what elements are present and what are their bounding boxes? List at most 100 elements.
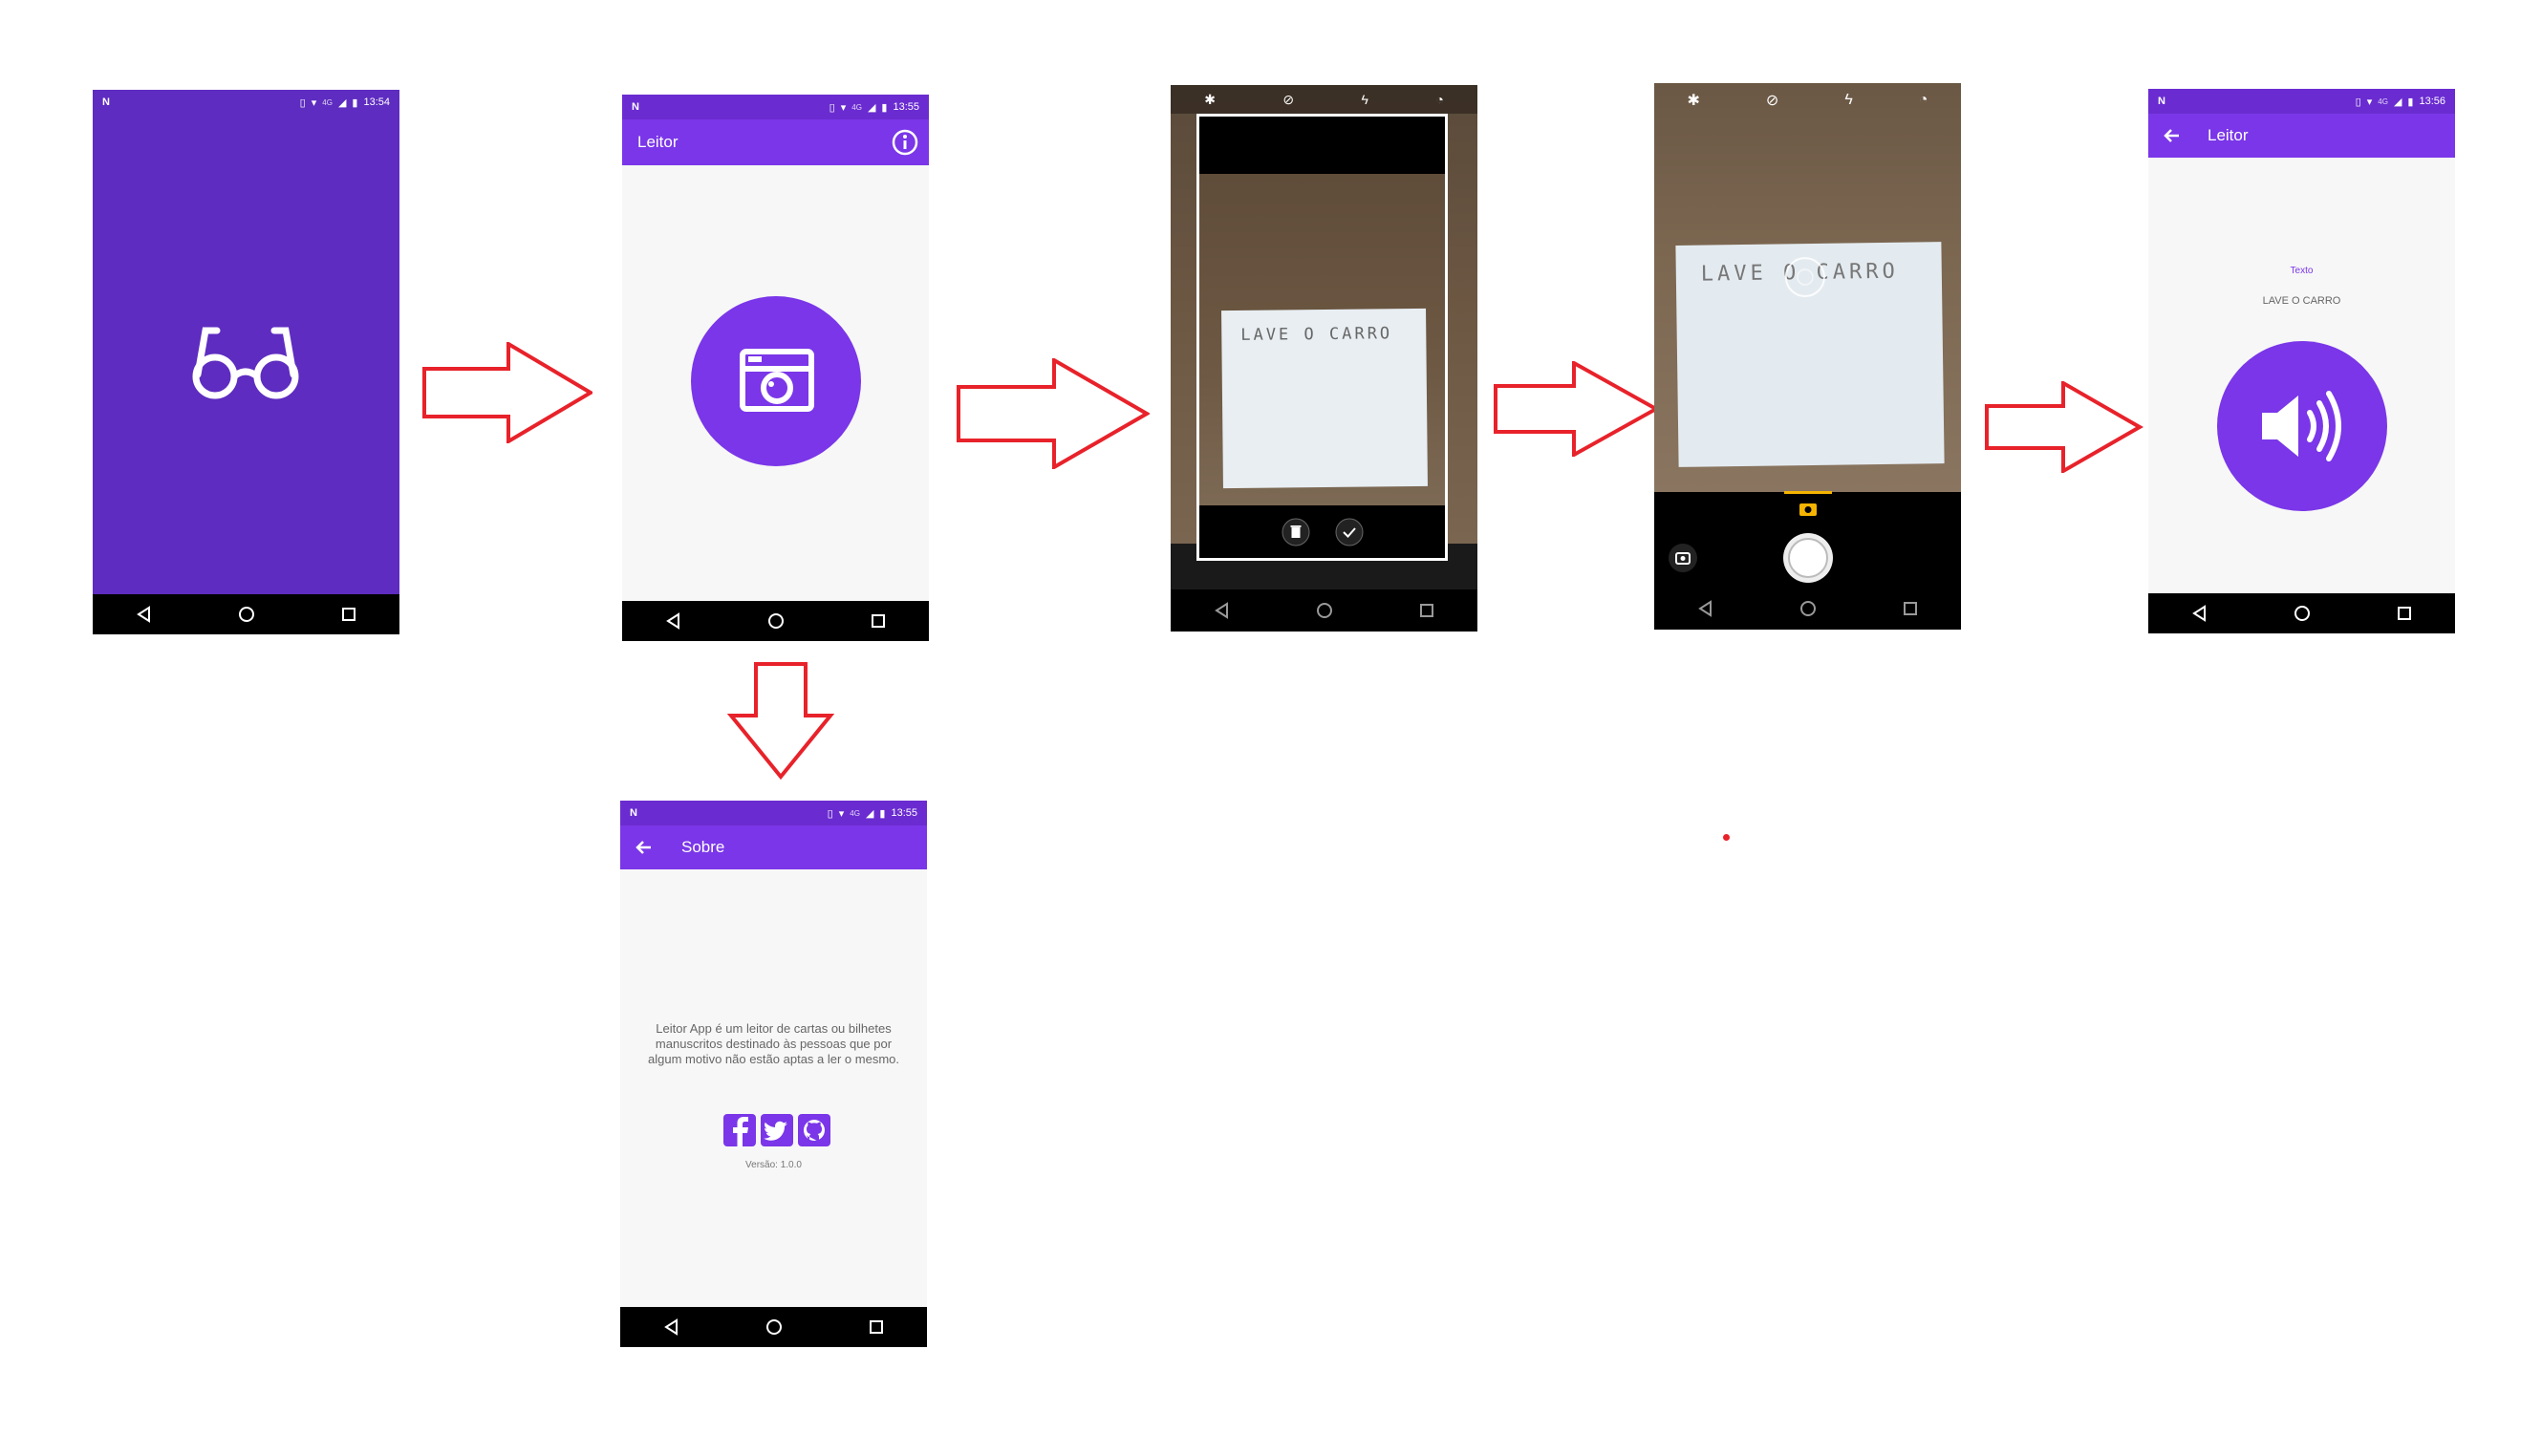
camera-top-bar: ✱ ⊘ ϟ ◔ [1171, 85, 1477, 114]
camera-top-bar: ✱ ⊘ ϟ ◔ [1654, 83, 1961, 118]
timer-off-icon[interactable]: ◔ [1435, 92, 1443, 107]
carrier-icon: N [102, 96, 110, 108]
vibrate-icon: ▯ [2355, 96, 2361, 108]
wifi-icon: ▾ [840, 101, 847, 114]
home-icon[interactable] [238, 606, 255, 623]
splash-screen: N ▯ ▾ 4G ◢ ▮ 13:54 [93, 90, 399, 634]
home-icon[interactable] [767, 612, 785, 630]
settings-icon[interactable]: ✱ [1688, 91, 1700, 110]
photo-mode-icon[interactable] [1798, 500, 1819, 517]
settings-icon[interactable]: ✱ [1204, 92, 1216, 108]
camera-review-screen: ✱ ⊘ ϟ ◔ LAVE O CARRO [1171, 85, 1477, 632]
recents-icon[interactable] [868, 1318, 885, 1336]
back-arrow-icon[interactable] [634, 837, 655, 858]
battery-icon: ▮ [352, 96, 358, 109]
review-actions [1199, 505, 1445, 558]
hdr-off-icon[interactable]: ⊘ [1766, 91, 1778, 110]
clock: 13:55 [893, 101, 919, 113]
recognized-text: LAVE O CARRO [2262, 295, 2341, 307]
status-bar: N ▯ ▾ 4G ◢ ▮ 13:55 [620, 801, 927, 825]
status-bar: N ▯ ▾ 4G ◢ ▮ 13:56 [2148, 89, 2455, 114]
review-top-black [1199, 117, 1445, 174]
app-bar: Leitor [2148, 114, 2455, 158]
camera-button[interactable] [691, 296, 861, 466]
carrier-icon: N [2158, 96, 2165, 107]
switch-camera-icon[interactable] [1668, 543, 1698, 573]
recents-icon[interactable] [1418, 602, 1435, 619]
app-bar: Sobre [620, 825, 927, 869]
page-title: Sobre [681, 838, 725, 856]
flow-arrow-down [727, 662, 834, 781]
nav-bar [620, 1307, 927, 1347]
github-icon[interactable] [798, 1114, 830, 1146]
nav-bar [1654, 588, 1961, 630]
flow-arrow-right [1494, 361, 1660, 457]
flow-arrow-right [1985, 381, 2143, 473]
page-title: Leitor [2208, 126, 2249, 144]
carrier-icon: N [632, 101, 639, 113]
network-label: 4G [2378, 96, 2388, 106]
signal-icon: ◢ [865, 807, 874, 820]
network-label: 4G [850, 808, 860, 818]
info-icon[interactable] [891, 128, 919, 157]
check-icon[interactable] [1335, 518, 1364, 546]
flow-arrow-right [422, 342, 592, 443]
nav-bar [1171, 589, 1477, 632]
app-bar: Leitor [622, 119, 929, 165]
home-icon[interactable] [1799, 600, 1817, 617]
vibrate-icon: ▯ [827, 807, 833, 820]
trash-icon[interactable] [1282, 518, 1310, 546]
speak-button[interactable] [2216, 340, 2388, 512]
nav-bar [2148, 593, 2455, 633]
flash-off-icon[interactable]: ϟ [1361, 92, 1368, 107]
camera-preview: LAVE O CARRO [1654, 83, 1961, 492]
home-icon[interactable] [2294, 605, 2311, 622]
back-icon[interactable] [1697, 600, 1714, 617]
network-label: 4G [851, 102, 862, 112]
twitter-icon[interactable] [761, 1114, 793, 1146]
vibrate-icon: ▯ [299, 96, 306, 109]
network-label: 4G [322, 97, 333, 107]
wifi-icon: ▾ [2366, 96, 2373, 108]
red-dot [1723, 834, 1730, 841]
paper-note: LAVE O CARRO [1221, 308, 1428, 489]
recents-icon[interactable] [340, 606, 357, 623]
signal-icon: ◢ [867, 101, 876, 114]
recents-icon[interactable] [1902, 600, 1919, 617]
wifi-icon: ▾ [838, 807, 845, 820]
nav-bar [93, 594, 399, 634]
review-frame: LAVE O CARRO [1196, 114, 1448, 561]
vibrate-icon: ▯ [829, 101, 835, 114]
back-icon[interactable] [136, 606, 153, 623]
recents-icon[interactable] [870, 612, 887, 630]
recents-icon[interactable] [2396, 605, 2413, 622]
back-icon[interactable] [665, 612, 682, 630]
camera-mode-indicator [1784, 491, 1832, 494]
home-icon[interactable] [765, 1318, 783, 1336]
page-title: Leitor [637, 133, 679, 151]
back-arrow-icon[interactable] [2162, 125, 2183, 146]
status-bar: N ▯ ▾ 4G ◢ ▮ 13:55 [622, 95, 929, 119]
camera-capture-screen: LAVE O CARRO ✱ ⊘ ϟ ◔ [1654, 83, 1961, 630]
clock: 13:54 [363, 96, 390, 108]
home-icon[interactable] [1316, 602, 1333, 619]
back-icon[interactable] [1214, 602, 1231, 619]
shutter-button[interactable] [1782, 532, 1834, 584]
hdr-off-icon[interactable]: ⊘ [1282, 92, 1294, 108]
note-text: LAVE O CARRO [1240, 324, 1393, 345]
nav-bar [622, 601, 929, 641]
clock: 13:56 [2419, 96, 2445, 107]
glasses-icon [192, 327, 299, 399]
paper-note: LAVE O CARRO [1675, 242, 1945, 467]
facebook-icon[interactable] [723, 1114, 756, 1146]
about-description: Leitor App é um leitor de cartas ou bilh… [647, 1021, 900, 1066]
text-label: Texto [2290, 266, 2314, 276]
flash-off-icon[interactable]: ϟ [1844, 92, 1852, 109]
carrier-icon: N [630, 807, 637, 819]
main-screen: N ▯ ▾ 4G ◢ ▮ 13:55 Leitor [622, 95, 929, 641]
battery-icon: ▮ [879, 807, 886, 820]
back-icon[interactable] [2191, 605, 2208, 622]
focus-ring-icon [1784, 257, 1825, 298]
back-icon[interactable] [663, 1318, 680, 1336]
timer-off-icon[interactable]: ◔ [1919, 92, 1928, 109]
